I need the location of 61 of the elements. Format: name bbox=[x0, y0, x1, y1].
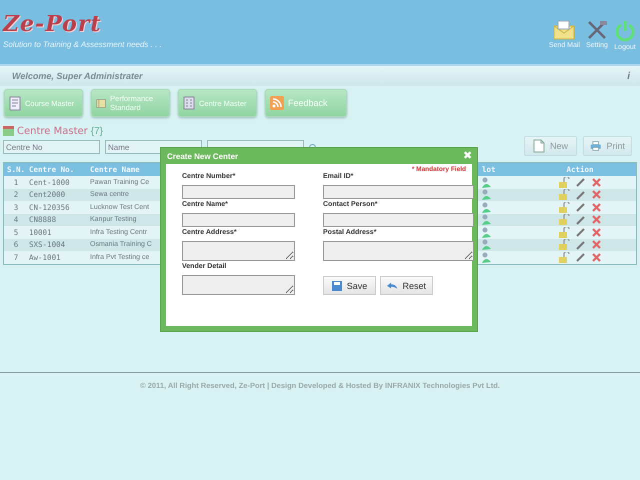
person-icon[interactable] bbox=[482, 226, 491, 238]
lock-icon[interactable] bbox=[559, 202, 570, 213]
welcome-text: Welcome, Super Administrater bbox=[12, 71, 143, 81]
pencil-icon[interactable] bbox=[576, 227, 586, 238]
input-field[interactable] bbox=[182, 185, 295, 199]
input-field[interactable] bbox=[323, 213, 474, 227]
delete-icon[interactable] bbox=[592, 252, 601, 262]
building-icon bbox=[183, 96, 195, 110]
dialog-button[interactable]: Reset bbox=[380, 276, 433, 295]
person-icon[interactable] bbox=[482, 239, 491, 250]
section-title: Centre Master bbox=[17, 126, 88, 136]
person-icon[interactable] bbox=[482, 252, 491, 263]
toolbar-button[interactable]: Print bbox=[583, 136, 632, 156]
pencil-icon[interactable] bbox=[576, 190, 586, 200]
logo: Ze-Port bbox=[3, 12, 103, 36]
pencil-icon[interactable] bbox=[576, 252, 586, 262]
tagline: Solution to Training & Assessment needs . . . bbox=[3, 40, 162, 49]
delete-icon[interactable] bbox=[592, 202, 601, 212]
lock-icon[interactable] bbox=[559, 189, 570, 200]
pencil-icon[interactable] bbox=[576, 240, 586, 250]
nav-button[interactable]: Feedback bbox=[265, 89, 347, 117]
filter-field[interactable]: Centre No bbox=[3, 140, 100, 154]
pencil-icon[interactable] bbox=[576, 214, 586, 225]
envelope-icon bbox=[553, 20, 576, 40]
input-field[interactable] bbox=[182, 275, 295, 295]
input-field[interactable] bbox=[323, 241, 474, 261]
rss-icon bbox=[270, 96, 284, 110]
lock-icon[interactable] bbox=[559, 239, 570, 250]
info-icon[interactable]: i bbox=[627, 70, 630, 82]
lock-icon[interactable] bbox=[559, 252, 570, 263]
tools-icon bbox=[586, 20, 608, 40]
delete-icon[interactable] bbox=[592, 228, 601, 237]
lock-icon[interactable] bbox=[559, 226, 570, 238]
input-field[interactable] bbox=[323, 185, 474, 199]
delete-icon[interactable] bbox=[592, 240, 601, 250]
floppy-icon bbox=[332, 280, 342, 290]
undo-arrow-icon bbox=[387, 281, 398, 290]
new-document-icon bbox=[532, 139, 545, 153]
person-icon[interactable] bbox=[482, 176, 491, 188]
input-field[interactable] bbox=[182, 213, 295, 227]
person-icon[interactable] bbox=[482, 189, 491, 200]
dialog-title: Create New Center bbox=[167, 152, 238, 160]
person-icon[interactable] bbox=[482, 202, 491, 213]
pencil-icon[interactable] bbox=[576, 177, 586, 188]
power-icon bbox=[614, 20, 636, 42]
lock-icon[interactable] bbox=[559, 176, 570, 188]
delete-icon[interactable] bbox=[592, 215, 601, 224]
book-icon bbox=[96, 96, 106, 110]
input-field[interactable] bbox=[182, 241, 295, 261]
toolbar-button[interactable]: New bbox=[524, 136, 577, 156]
printer-icon bbox=[590, 139, 602, 153]
delete-icon[interactable] bbox=[592, 178, 601, 187]
pencil-icon[interactable] bbox=[576, 202, 586, 212]
document-icon bbox=[9, 96, 21, 110]
person-icon[interactable] bbox=[482, 214, 491, 226]
record-count: {7} bbox=[90, 126, 104, 136]
grid-icon bbox=[3, 126, 14, 136]
lock-icon[interactable] bbox=[559, 214, 570, 226]
delete-icon[interactable] bbox=[592, 190, 601, 200]
dialog-button[interactable]: Save bbox=[323, 276, 376, 295]
close-button[interactable]: ✖ bbox=[463, 150, 472, 162]
